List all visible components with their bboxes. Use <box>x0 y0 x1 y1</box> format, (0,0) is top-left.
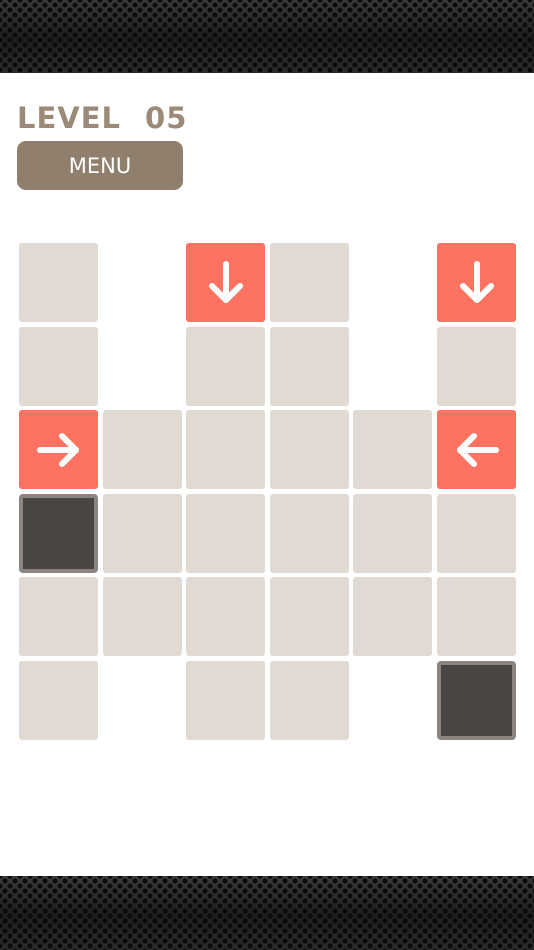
arrow-left-icon <box>456 432 499 467</box>
game-board <box>0 0 534 950</box>
empty-tile[interactable] <box>186 661 265 740</box>
empty-tile[interactable] <box>270 243 349 322</box>
empty-tile[interactable] <box>437 327 516 406</box>
empty-tile[interactable] <box>270 327 349 406</box>
empty-tile[interactable] <box>353 410 432 489</box>
empty-tile[interactable] <box>186 410 265 489</box>
arrow-right-icon <box>36 432 79 467</box>
bottom-metal-bar <box>0 876 534 950</box>
empty-tile[interactable] <box>437 494 516 573</box>
empty-tile[interactable] <box>270 661 349 740</box>
empty-tile[interactable] <box>103 494 182 573</box>
arrow-tile-down[interactable] <box>186 243 265 322</box>
empty-tile[interactable] <box>270 577 349 656</box>
empty-tile[interactable] <box>19 661 98 740</box>
dark-block-tile[interactable] <box>437 661 516 740</box>
empty-tile[interactable] <box>186 577 265 656</box>
empty-tile[interactable] <box>19 327 98 406</box>
empty-tile[interactable] <box>270 410 349 489</box>
empty-tile[interactable] <box>437 577 516 656</box>
arrow-tile-left[interactable] <box>437 410 516 489</box>
empty-tile[interactable] <box>353 577 432 656</box>
dark-block-tile[interactable] <box>19 494 98 573</box>
arrow-down-icon <box>459 260 494 303</box>
arrow-tile-down[interactable] <box>437 243 516 322</box>
arrow-tile-right[interactable] <box>19 410 98 489</box>
empty-tile[interactable] <box>19 243 98 322</box>
empty-tile[interactable] <box>270 494 349 573</box>
empty-tile[interactable] <box>186 327 265 406</box>
empty-tile[interactable] <box>19 577 98 656</box>
empty-tile[interactable] <box>103 410 182 489</box>
empty-tile[interactable] <box>353 494 432 573</box>
empty-tile[interactable] <box>103 577 182 656</box>
arrow-down-icon <box>208 260 243 303</box>
empty-tile[interactable] <box>186 494 265 573</box>
